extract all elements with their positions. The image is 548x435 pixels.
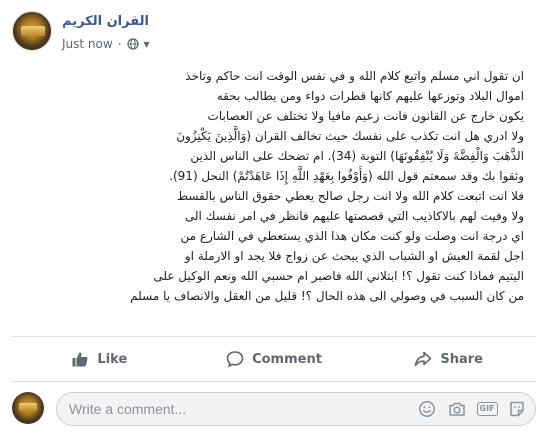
post-line: اي درجة انت وصلت ولو كنت مكان هذا الذي ي… bbox=[180, 229, 524, 243]
chevron-down-icon[interactable]: ▼ bbox=[144, 40, 150, 49]
post-line: ولا ادري هل انت تكذب على نفسك حيث تخالف … bbox=[176, 129, 524, 143]
post-line: اجل لقمة العيش او الشباب الذي يبحث عن زو… bbox=[184, 249, 524, 263]
post-line: اليتيم فماذا كنت تقول ؟! ابتلاني الله فا… bbox=[153, 269, 524, 283]
camera-icon[interactable] bbox=[447, 399, 467, 419]
page-name[interactable]: القران الكريم bbox=[62, 14, 149, 29]
globe-icon[interactable] bbox=[126, 38, 139, 50]
page-avatar[interactable] bbox=[12, 11, 52, 51]
share-icon bbox=[414, 350, 432, 368]
thumbs-up-icon bbox=[71, 350, 89, 368]
comment-box: GIF bbox=[56, 392, 536, 426]
comment-composer: GIF bbox=[0, 389, 548, 429]
timestamp[interactable]: Just now bbox=[62, 37, 113, 51]
post-line: الذَّهَبَ وَالْفِضَّةَ وَلَا يُنْفِقُونَ… bbox=[190, 149, 524, 163]
divider bbox=[12, 336, 536, 337]
meta-separator: · bbox=[117, 37, 122, 51]
post-header: القران الكريم Just now · ▼ bbox=[0, 0, 548, 62]
post-line: يكون خارج عن القانون فانت زعيم مافيا ولا… bbox=[207, 109, 524, 123]
share-label: Share bbox=[440, 351, 483, 367]
post-line: من كان السبب في وصولي الى هذه الحال ؟! ق… bbox=[130, 289, 524, 303]
post-actions: Like Comment Share bbox=[12, 342, 536, 376]
post-text: ان تقول اني مسلم واتبع كلام الله و في نف… bbox=[24, 66, 524, 306]
comment-input[interactable] bbox=[69, 393, 389, 425]
post-line: ولا وفيت لهم بالاكاذيب التي قصصتها عليهم… bbox=[184, 209, 524, 223]
divider bbox=[12, 381, 536, 382]
post-line: وثقوا بك وقد سمعتم قول الله (وَأَوْفُوا … bbox=[169, 169, 524, 183]
emoji-icon[interactable] bbox=[417, 399, 437, 419]
like-button[interactable]: Like bbox=[12, 342, 187, 376]
comment-tools: GIF bbox=[417, 399, 527, 419]
post-line: ان تقول اني مسلم واتبع كلام الله و في نف… bbox=[185, 69, 524, 83]
comment-icon bbox=[226, 350, 244, 368]
post-line: فلا انت اتبعت كلام الله ولا انت رجل صالح… bbox=[176, 189, 524, 203]
gif-icon[interactable]: GIF bbox=[476, 399, 498, 419]
post-line: اموال البلاد وتوزعها عليهم كانها قطرات د… bbox=[216, 89, 524, 103]
comment-button[interactable]: Comment bbox=[187, 342, 362, 376]
sticker-icon[interactable] bbox=[507, 399, 527, 419]
avatar[interactable] bbox=[12, 392, 44, 424]
like-label: Like bbox=[97, 351, 128, 367]
comment-label: Comment bbox=[252, 351, 322, 367]
post-meta: Just now · ▼ bbox=[62, 37, 150, 51]
share-button[interactable]: Share bbox=[361, 342, 536, 376]
